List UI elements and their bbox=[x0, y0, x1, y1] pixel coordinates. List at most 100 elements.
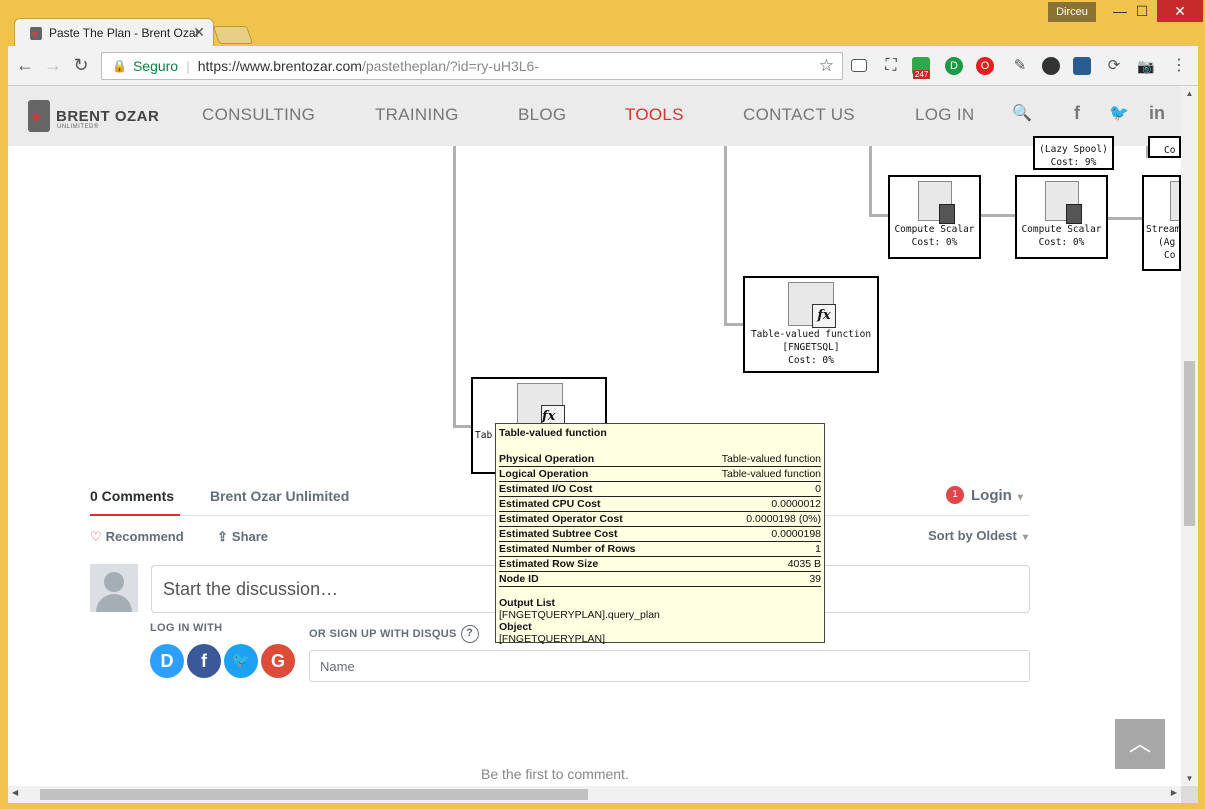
plan-connector bbox=[981, 214, 1015, 217]
scroll-to-top-button[interactable]: ︿ bbox=[1115, 719, 1165, 769]
help-icon[interactable]: ? bbox=[460, 625, 479, 643]
nav-training[interactable]: TRAINING bbox=[375, 105, 459, 125]
scroll-right-arrow-icon[interactable]: ▶ bbox=[1171, 788, 1177, 797]
nav-contact-us[interactable]: CONTACT US bbox=[743, 105, 855, 125]
tab-comments[interactable]: 0 Comments bbox=[90, 488, 174, 504]
node-label: Co bbox=[1164, 145, 1176, 156]
horizontal-scrollbar[interactable]: ◀ ▶ bbox=[8, 786, 1181, 803]
tab-close-icon[interactable]: ✕ bbox=[193, 24, 205, 41]
login-dropdown[interactable]: Login ▾ bbox=[971, 487, 1023, 504]
log-in-with-label: LOG IN WITH bbox=[150, 622, 223, 634]
node-cost: Cost: 9% bbox=[1050, 157, 1097, 168]
plan-node-lazy-spool[interactable]: (Lazy Spool) Cost: 9% bbox=[1033, 136, 1114, 170]
object-value: [FNGETQUERYPLAN] bbox=[499, 633, 605, 645]
output-list-value: [FNGETQUERYPLAN].query_plan bbox=[499, 609, 660, 621]
brand-sub: UNLIMITED® bbox=[57, 124, 99, 130]
browser-titlebar: ♥ Paste The Plan - Brent Ozar ✕ Dirceu —… bbox=[0, 0, 1205, 46]
cast-icon[interactable] bbox=[851, 59, 867, 72]
output-list-label: Output List bbox=[499, 597, 555, 609]
sort-label: Sort by Oldest bbox=[928, 528, 1017, 543]
plan-node-tvf-fngetsql[interactable]: fx Table-valued function [FNGETSQL] Cost… bbox=[743, 276, 879, 373]
tooltip-row: Estimated Number of Rows 1 bbox=[499, 543, 821, 557]
plan-node-stream-aggregate[interactable]: Stream (Ag Co bbox=[1142, 175, 1181, 271]
search-icon[interactable]: 🔍 bbox=[1012, 103, 1032, 123]
plan-node-compute-scalar-1[interactable]: Compute Scalar Cost: 0% bbox=[888, 175, 981, 259]
omnibox-separator: | bbox=[186, 58, 190, 74]
opera-o-icon[interactable]: O bbox=[976, 57, 994, 75]
svg-text:♥: ♥ bbox=[32, 29, 37, 39]
operator-tooltip: Table-valued function Physical Operation… bbox=[495, 423, 825, 645]
brand-logo[interactable]: BRENT OZAR UNLIMITED® bbox=[28, 96, 159, 136]
extension-d-icon[interactable]: D bbox=[945, 57, 963, 75]
forward-arrow-icon[interactable]: → bbox=[42, 54, 64, 76]
browser-menu-icon[interactable]: ⋮ bbox=[1170, 57, 1188, 75]
lock-icon: 🔒 bbox=[112, 59, 127, 73]
eyedropper-icon[interactable]: ✎ bbox=[1011, 57, 1029, 75]
scroll-up-arrow-icon[interactable]: ▲ bbox=[1181, 89, 1198, 98]
vertical-scroll-thumb[interactable] bbox=[1184, 361, 1195, 526]
screenshot-frame-icon[interactable]: ⛶ bbox=[882, 57, 900, 75]
tooltip-row: Logical Operation Table-valued function bbox=[499, 468, 821, 482]
nav-tools[interactable]: TOOLS bbox=[625, 105, 684, 125]
chevron-down-icon: ▾ bbox=[1022, 532, 1028, 543]
sort-dropdown[interactable]: Sort by Oldest ▾ bbox=[928, 528, 1028, 543]
share-button[interactable]: ⇪ Share bbox=[217, 529, 268, 545]
extension-circle-icon[interactable] bbox=[1042, 57, 1060, 75]
secure-label: Seguro bbox=[132, 58, 179, 74]
nav-log-in[interactable]: LOG IN bbox=[915, 105, 974, 125]
plan-node-compute-scalar-2[interactable]: Compute Scalar Cost: 0% bbox=[1015, 175, 1108, 259]
site-nav: BRENT OZAR UNLIMITED® CONSULTING TRAININ… bbox=[8, 86, 1181, 146]
tooltip-row: Estimated Operator Cost 0.0000198 (0%) bbox=[499, 513, 821, 527]
node-label: Table-valued function bbox=[750, 329, 872, 340]
back-arrow-icon[interactable]: ← bbox=[14, 54, 36, 76]
url-host: https://www.brentozar.com bbox=[197, 58, 362, 74]
browser-tab[interactable]: ♥ Paste The Plan - Brent Ozar ✕ bbox=[14, 18, 214, 46]
heart-icon: ♡ bbox=[90, 529, 102, 544]
share-icon: ⇪ bbox=[217, 529, 228, 544]
plan-connector bbox=[724, 323, 744, 326]
recommend-button[interactable]: ♡ Recommend bbox=[90, 529, 184, 545]
facebook-icon[interactable]: f bbox=[1074, 103, 1080, 124]
empty-comments-message: Be the first to comment. bbox=[481, 766, 629, 782]
sync-extension-icon[interactable]: ⟳ bbox=[1105, 57, 1123, 75]
maximize-button[interactable]: ☐ bbox=[1125, 0, 1159, 22]
image-extension-icon[interactable] bbox=[1073, 57, 1091, 75]
new-tab-button[interactable] bbox=[212, 26, 254, 44]
facebook-login-icon[interactable]: f bbox=[187, 644, 221, 678]
plan-connector bbox=[1108, 217, 1142, 220]
address-bar[interactable]: 🔒 Seguro | https://www.brentozar.com /pa… bbox=[101, 52, 843, 80]
nav-blog[interactable]: BLOG bbox=[518, 105, 566, 125]
twitter-icon[interactable]: 🐦 bbox=[1109, 103, 1129, 123]
page-viewport: BRENT OZAR UNLIMITED® CONSULTING TRAININ… bbox=[8, 86, 1181, 786]
sign-up-disqus-label: OR SIGN UP WITH DISQUS? bbox=[309, 625, 479, 643]
google-login-icon[interactable]: G bbox=[261, 644, 295, 678]
node-label: (Ag bbox=[1158, 237, 1176, 248]
twitter-login-icon[interactable]: 🐦 bbox=[224, 644, 258, 678]
node-cost: Cost: 0% bbox=[911, 237, 958, 248]
chevron-down-icon: ▾ bbox=[1017, 492, 1023, 503]
plan-node-partial[interactable]: Co bbox=[1148, 136, 1181, 158]
name-field[interactable]: Name bbox=[309, 650, 1030, 682]
horizontal-scroll-thumb[interactable] bbox=[40, 789, 588, 800]
nav-consulting[interactable]: CONSULTING bbox=[202, 105, 315, 125]
compute-scalar-icon bbox=[917, 181, 955, 224]
active-tab-underline bbox=[90, 514, 180, 516]
login-label: Login bbox=[971, 487, 1012, 504]
disqus-login-icon[interactable]: D bbox=[150, 644, 184, 678]
profile-name[interactable]: Dirceu bbox=[1048, 2, 1096, 22]
scroll-left-arrow-icon[interactable]: ◀ bbox=[12, 788, 18, 797]
stream-aggregate-icon bbox=[1170, 181, 1179, 221]
linkedin-icon[interactable]: in bbox=[1149, 103, 1165, 124]
vertical-scrollbar[interactable]: ▲ ▼ bbox=[1181, 86, 1198, 786]
plan-connector bbox=[453, 425, 473, 428]
tooltip-row: Estimated Row Size 4035 B bbox=[499, 558, 821, 572]
scrollbar-corner bbox=[1181, 786, 1198, 803]
brand-name: BRENT OZAR bbox=[56, 107, 160, 125]
tab-title: Paste The Plan - Brent Ozar bbox=[49, 25, 200, 40]
camera-icon[interactable]: 📷 bbox=[1137, 57, 1155, 75]
scroll-down-arrow-icon[interactable]: ▼ bbox=[1181, 774, 1198, 783]
close-window-button[interactable]: ✕ bbox=[1157, 0, 1203, 22]
reload-icon[interactable]: ↻ bbox=[70, 54, 92, 76]
tab-community[interactable]: Brent Ozar Unlimited bbox=[210, 488, 349, 504]
bookmark-star-icon[interactable]: ☆ bbox=[819, 56, 834, 76]
